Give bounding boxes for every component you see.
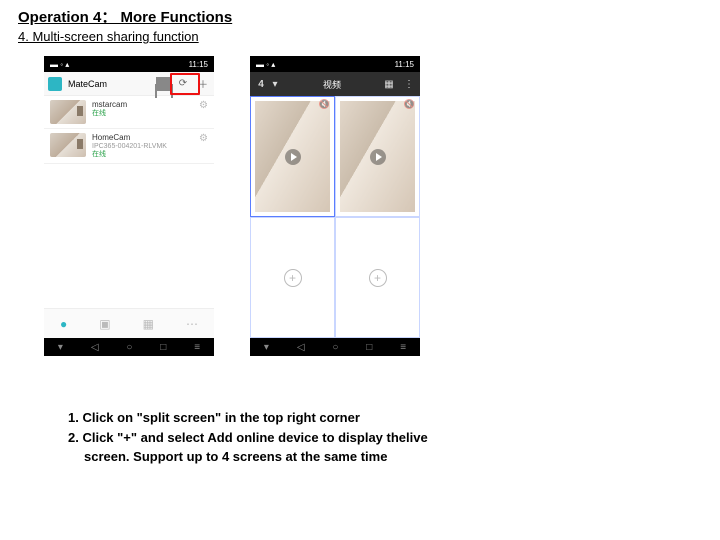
- play-icon[interactable]: [376, 153, 382, 161]
- tab-camera-icon[interactable]: ●: [60, 317, 67, 331]
- status-bar: ▬ ◦ ▴ 11:15: [44, 56, 214, 72]
- phone-screenshot-left: ▬ ◦ ▴ 11:15 MateCam ⟳ ＋ mstarcam 在线 ⚙: [44, 56, 214, 356]
- nav-home-icon[interactable]: ○: [332, 342, 338, 353]
- camera-thumbnail: [50, 100, 86, 124]
- nav-menu-icon[interactable]: ▾: [58, 342, 63, 353]
- nav-extra-icon[interactable]: ≡: [400, 342, 406, 353]
- nav-extra-icon[interactable]: ≡: [194, 342, 200, 353]
- tab-more-icon[interactable]: ⋯: [186, 317, 198, 331]
- status-bar: ▬ ◦ ▴ 11:15: [250, 56, 420, 72]
- app-logo-icon: [48, 77, 62, 91]
- nav-recent-icon[interactable]: □: [160, 342, 166, 353]
- add-device-button[interactable]: +: [369, 269, 387, 287]
- signal-icons: ▬ ◦ ▴: [256, 60, 275, 69]
- screen-title: 视频: [288, 78, 376, 91]
- instruction-line-2: 2. Click "+" and select Add online devic…: [68, 428, 702, 448]
- status-time: 11:15: [189, 60, 208, 69]
- annotation-highlight-box: [170, 73, 200, 95]
- camera-name: HomeCam: [92, 133, 193, 143]
- screen-count-label[interactable]: 4: [254, 77, 268, 91]
- list-item[interactable]: HomeCam IPC365-004201-RLVMK 在线 ⚙: [44, 129, 214, 164]
- nav-home-icon[interactable]: ○: [126, 342, 132, 353]
- nav-menu-icon[interactable]: ▾: [264, 342, 269, 353]
- grid-cell-3[interactable]: +: [250, 217, 335, 338]
- mute-icon[interactable]: 🔇: [319, 99, 330, 110]
- camera-thumbnail: [50, 133, 86, 157]
- nav-back-icon[interactable]: ◁: [297, 342, 305, 353]
- phone-screenshot-right: ▬ ◦ ▴ 11:15 4 ▾ 视频 ▦ ⋮ 🔇 🔇 +: [250, 56, 420, 356]
- instruction-line-1: 1. Click on "split screen" in the top ri…: [68, 408, 702, 428]
- list-item[interactable]: mstarcam 在线 ⚙: [44, 96, 214, 129]
- app-bar: 4 ▾ 视频 ▦ ⋮: [250, 72, 420, 96]
- camera-name: mstarcam: [92, 100, 193, 110]
- camera-status: 在线: [92, 110, 193, 118]
- mute-icon[interactable]: 🔇: [404, 99, 415, 110]
- android-nav-bar: ▾ ◁ ○ □ ≡: [250, 338, 420, 356]
- gear-icon[interactable]: ⚙: [199, 100, 208, 124]
- grid-cell-1[interactable]: 🔇: [250, 96, 335, 217]
- page-subtitle: 4. Multi-screen sharing function: [18, 29, 702, 44]
- instruction-block: 1. Click on "split screen" in the top ri…: [68, 408, 702, 467]
- signal-icons: ▬ ◦ ▴: [50, 60, 69, 69]
- add-device-button[interactable]: +: [284, 269, 302, 287]
- page-title: Operation 4： More Functions: [18, 6, 702, 27]
- tab-media-icon[interactable]: ▦: [143, 317, 154, 331]
- nav-recent-icon[interactable]: □: [366, 342, 372, 353]
- camera-desc: IPC365-004201-RLVMK: [92, 143, 193, 151]
- grid-cell-2[interactable]: 🔇: [335, 96, 420, 217]
- chevron-down-icon[interactable]: ▾: [268, 77, 282, 91]
- gear-icon[interactable]: ⚙: [199, 133, 208, 159]
- grid-cell-4[interactable]: +: [335, 217, 420, 338]
- tab-gallery-icon[interactable]: ▣: [99, 317, 110, 331]
- app-title: MateCam: [68, 79, 150, 89]
- multi-screen-grid: 🔇 🔇 + +: [250, 96, 420, 338]
- play-icon[interactable]: [291, 153, 297, 161]
- camera-list: mstarcam 在线 ⚙ HomeCam IPC365-004201-RLVM…: [44, 96, 214, 308]
- status-time: 11:15: [395, 60, 414, 69]
- screenshots-row: ▬ ◦ ▴ 11:15 MateCam ⟳ ＋ mstarcam 在线 ⚙: [44, 56, 702, 356]
- layout-icon[interactable]: ▦: [382, 77, 396, 91]
- bottom-tab-bar: ● ▣ ▦ ⋯: [44, 308, 214, 338]
- more-icon[interactable]: ⋮: [402, 77, 416, 91]
- camera-status: 在线: [92, 151, 193, 159]
- android-nav-bar: ▾ ◁ ○ □ ≡: [44, 338, 214, 356]
- split-screen-button[interactable]: [156, 77, 170, 91]
- nav-back-icon[interactable]: ◁: [91, 342, 99, 353]
- instruction-line-2-cont: screen. Support up to 4 screens at the s…: [68, 447, 702, 467]
